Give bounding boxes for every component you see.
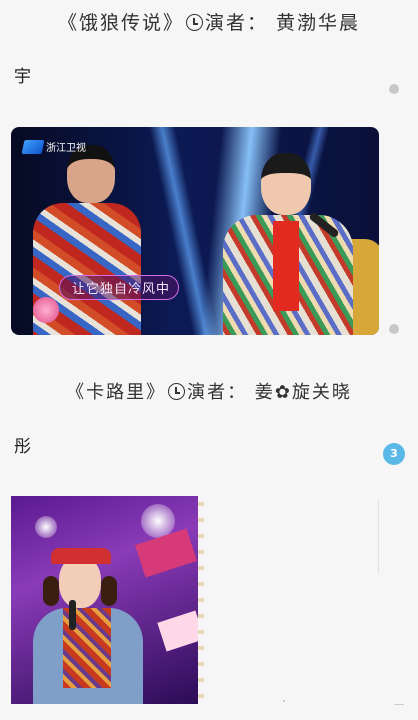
- stage-panel: [157, 610, 204, 652]
- microphone-icon: [69, 600, 76, 630]
- comment-count-badge[interactable]: 3: [383, 443, 405, 465]
- channel-logo: 浙江卫视: [21, 139, 86, 154]
- headline-1-performers: 演者： 黄渤华晨: [204, 12, 361, 34]
- scroll-indicator-dot: [389, 84, 399, 94]
- video-subtitle: 让它独自冷风中: [59, 275, 180, 300]
- headline-2: 《卡路里》 演者： 姜✿旋关晓: [0, 378, 418, 404]
- faint-mark: [283, 700, 285, 702]
- clock-icon: [185, 14, 203, 31]
- headline-1-title: 《饿狼传说》: [57, 12, 184, 34]
- headline-2-title: 《卡路里》: [66, 382, 167, 403]
- shirt-collar: [273, 221, 299, 311]
- channel-logo-mark: [21, 139, 45, 154]
- performer-head: [261, 153, 311, 215]
- video-still-1[interactable]: 浙江卫视 让它独自冷风中: [11, 127, 379, 335]
- flower-emoji-icon: ✿: [274, 382, 292, 403]
- singer-hair: [43, 576, 59, 606]
- subtitle-emblem-icon: [33, 297, 59, 323]
- performance-photo-2[interactable]: [11, 496, 204, 704]
- corner-mark: [394, 700, 404, 705]
- stage-panel: [135, 528, 197, 578]
- single-character-text: 彤: [14, 437, 31, 457]
- clock-icon: [168, 383, 186, 400]
- scroll-indicator-dot: [389, 324, 399, 334]
- channel-logo-text: 浙江卫视: [46, 143, 86, 154]
- torn-image-edge: [198, 496, 204, 704]
- singer-hair: [101, 576, 117, 606]
- stage-light: [35, 516, 57, 538]
- singer-headband: [51, 548, 111, 564]
- headline-1: 《饿狼传说》 演者： 黄渤华晨: [0, 8, 418, 35]
- faint-divider: [378, 500, 379, 574]
- single-character-text: 宇: [14, 67, 31, 87]
- headline-2-performers: 演者： 姜: [187, 382, 275, 403]
- headline-2-performers-rest: 旋关晓: [291, 382, 352, 403]
